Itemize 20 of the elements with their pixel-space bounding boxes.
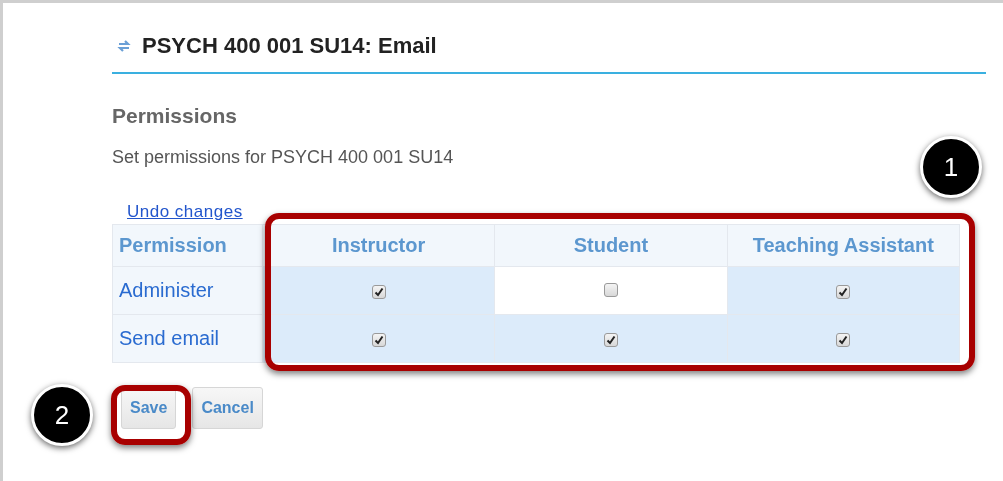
checkbox[interactable] [836,285,851,299]
refresh-icon [116,37,132,54]
column-header: Teaching Assistant [727,224,960,266]
section-description: Set permissions for PSYCH 400 001 SU14 [112,145,454,169]
section-heading: Permissions [112,103,237,129]
column-header: Instructor [262,224,495,266]
checkbox[interactable] [371,285,386,299]
permission-name: Send email [112,314,263,362]
checkbox[interactable] [371,333,386,347]
page-title: PSYCH 400 001 SU14: Email [142,32,437,60]
step-number-badge: 2 [31,384,93,446]
checkbox[interactable] [603,283,618,297]
permission-name: Administer [112,266,263,314]
undo-changes-link[interactable]: Undo changes [127,202,243,221]
column-header: Permission [112,224,263,266]
column-header: Student [494,224,728,266]
checkbox[interactable] [603,333,618,347]
checkbox[interactable] [836,333,851,347]
cancel-button[interactable]: Cancel [192,386,263,429]
step-number-badge: 1 [920,136,982,198]
